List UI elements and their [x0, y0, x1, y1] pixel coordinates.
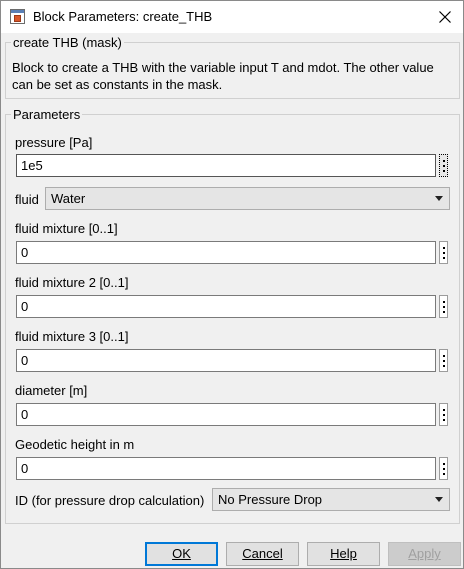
- ok-button[interactable]: OK: [145, 542, 218, 566]
- apply-button-label: Apply: [408, 546, 441, 561]
- geodetic-height-label: Geodetic height in m: [15, 437, 135, 452]
- fluid-mixture-3-label: fluid mixture 3 [0..1]: [15, 329, 129, 344]
- parameters-legend: Parameters: [11, 107, 83, 122]
- pressure-drop-id-select-value: No Pressure Drop: [218, 492, 323, 507]
- diameter-label: diameter [m]: [15, 383, 88, 398]
- fluid-label: fluid: [15, 192, 39, 207]
- pressure-options-button[interactable]: [439, 154, 448, 177]
- window-title: Block Parameters: create_THB: [33, 9, 213, 24]
- fluid-mixture-2-field[interactable]: 0: [16, 295, 436, 318]
- chevron-down-icon: [435, 497, 443, 502]
- close-button[interactable]: [431, 5, 459, 29]
- simulink-block-icon: [10, 9, 25, 24]
- pressure-field[interactable]: 1e5: [16, 154, 436, 177]
- fluid-mixture-3-options-button[interactable]: [439, 349, 448, 372]
- geodetic-height-field[interactable]: 0: [16, 457, 436, 480]
- apply-button[interactable]: Apply: [388, 542, 461, 566]
- cancel-button[interactable]: Cancel: [226, 542, 299, 566]
- mask-legend: create THB (mask): [11, 35, 124, 50]
- title-bar[interactable]: Block Parameters: create_THB: [1, 1, 463, 33]
- fluid-mixture-options-button[interactable]: [439, 241, 448, 264]
- geodetic-height-options-button[interactable]: [439, 457, 448, 480]
- mask-description: Block to create a THB with the variable …: [12, 60, 434, 92]
- fluid-mixture-field[interactable]: 0: [16, 241, 436, 264]
- fluid-mixture-label: fluid mixture [0..1]: [15, 221, 118, 236]
- diameter-field[interactable]: 0: [16, 403, 436, 426]
- ok-button-label: OK: [172, 546, 191, 561]
- diameter-options-button[interactable]: [439, 403, 448, 426]
- pressure-drop-id-select[interactable]: No Pressure Drop: [212, 488, 450, 511]
- fluid-select[interactable]: Water: [45, 187, 450, 210]
- fluid-mixture-2-label: fluid mixture 2 [0..1]: [15, 275, 129, 290]
- pressure-drop-id-label: ID (for pressure drop calculation): [15, 493, 205, 508]
- fluid-select-value: Water: [51, 191, 86, 206]
- help-button-label: Help: [330, 546, 357, 561]
- fluid-mixture-2-options-button[interactable]: [439, 295, 448, 318]
- cancel-button-label: Cancel: [242, 546, 283, 561]
- pressure-label: pressure [Pa]: [15, 135, 93, 150]
- help-button[interactable]: Help: [307, 542, 380, 566]
- fluid-mixture-3-field[interactable]: 0: [16, 349, 436, 372]
- close-icon: [439, 11, 451, 23]
- chevron-down-icon: [435, 196, 443, 201]
- dialog-window: Block Parameters: create_THB create THB …: [0, 0, 464, 569]
